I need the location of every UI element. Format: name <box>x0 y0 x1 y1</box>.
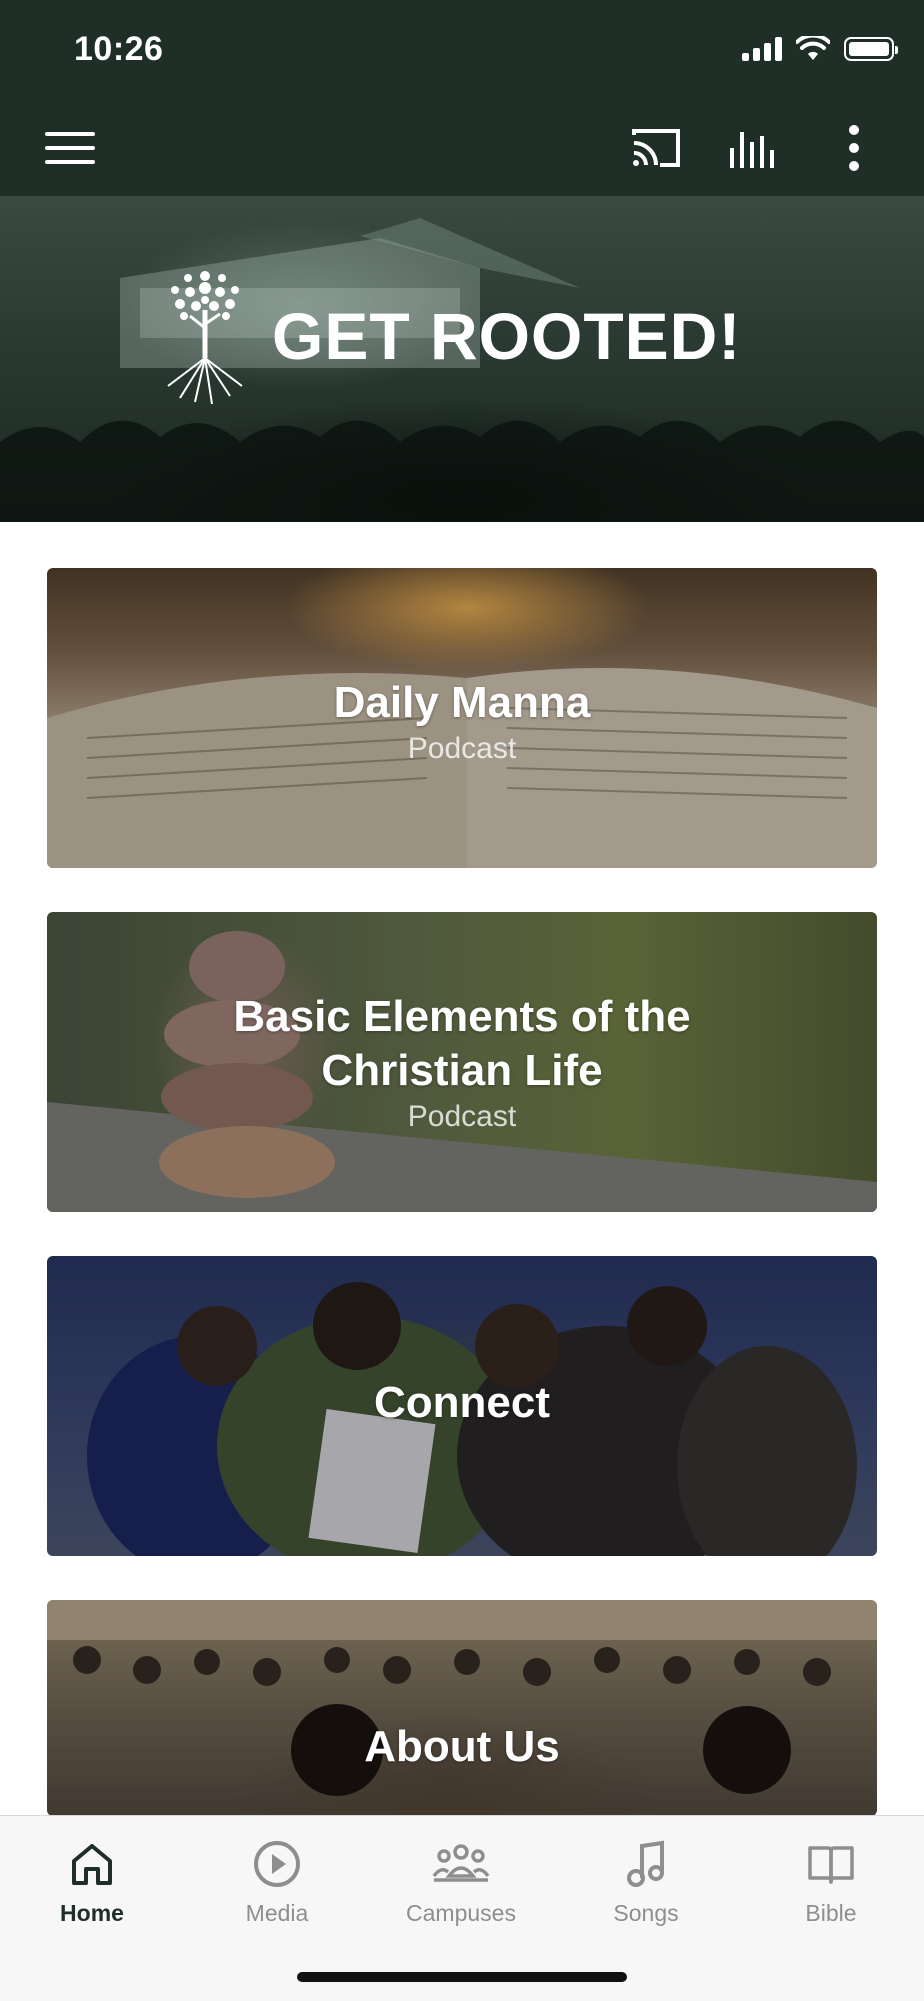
play-circle-icon <box>254 1841 300 1887</box>
nav-label: Songs <box>613 1900 679 1926</box>
tree-logo <box>167 271 243 405</box>
hero-title: GET ROOTED! <box>272 299 742 373</box>
nav-label: Bible <box>805 1900 857 1926</box>
card-daily-manna[interactable]: Daily Manna Podcast <box>47 568 877 868</box>
home-icon <box>72 1844 112 1885</box>
status-time: 10:26 <box>74 30 164 68</box>
cast-icon[interactable] <box>628 120 684 176</box>
card-text: Connect <box>47 1376 877 1430</box>
nav-item-media[interactable]: Media <box>202 1834 352 1927</box>
nav-label: Campuses <box>406 1900 516 1926</box>
nav-label: Home <box>60 1900 124 1926</box>
card-subtitle: Podcast <box>407 732 517 765</box>
card-basic-elements[interactable]: Basic Elements of the Christian Life Pod… <box>47 912 877 1212</box>
signal-icon <box>742 37 782 61</box>
hero-banner[interactable]: GET ROOTED! <box>0 196 924 522</box>
nav-item-songs[interactable]: Songs <box>571 1834 721 1927</box>
nav-label: Media <box>245 1900 309 1926</box>
card-title: Connect <box>374 1378 550 1427</box>
home-indicator <box>297 1972 627 1982</box>
hero-title-group: GET ROOTED! <box>150 266 741 406</box>
group-icon <box>432 1844 490 1882</box>
nav-item-home[interactable]: Home <box>17 1834 167 1927</box>
more-vert-icon[interactable] <box>826 120 882 176</box>
card-text: Daily Manna Podcast <box>47 676 877 766</box>
nav-item-campuses[interactable]: Campuses <box>386 1834 536 1927</box>
status-bar: 10:26 <box>0 0 924 100</box>
wifi-icon <box>796 36 830 60</box>
battery-icon <box>844 37 898 61</box>
card-title: About Us <box>364 1722 560 1771</box>
card-subtitle: Podcast <box>407 1100 517 1133</box>
card-text: Basic Elements of the Christian Life Pod… <box>47 990 877 1134</box>
book-icon <box>808 1846 854 1884</box>
card-connect[interactable]: Connect <box>47 1256 877 1556</box>
music-note-icon <box>627 1840 664 1887</box>
status-icons <box>742 36 898 62</box>
nav-item-bible[interactable]: Bible <box>756 1834 906 1927</box>
card-about-us[interactable]: About Us <box>47 1600 877 1816</box>
card-title: Basic Elements of the Christian Life <box>233 992 691 1095</box>
card-text: About Us <box>47 1720 877 1774</box>
menu-icon[interactable] <box>42 120 98 176</box>
card-title: Daily Manna <box>333 678 591 727</box>
equalizer-icon[interactable] <box>726 120 782 176</box>
card-overlay <box>47 1600 877 1816</box>
app-toolbar <box>0 100 924 196</box>
